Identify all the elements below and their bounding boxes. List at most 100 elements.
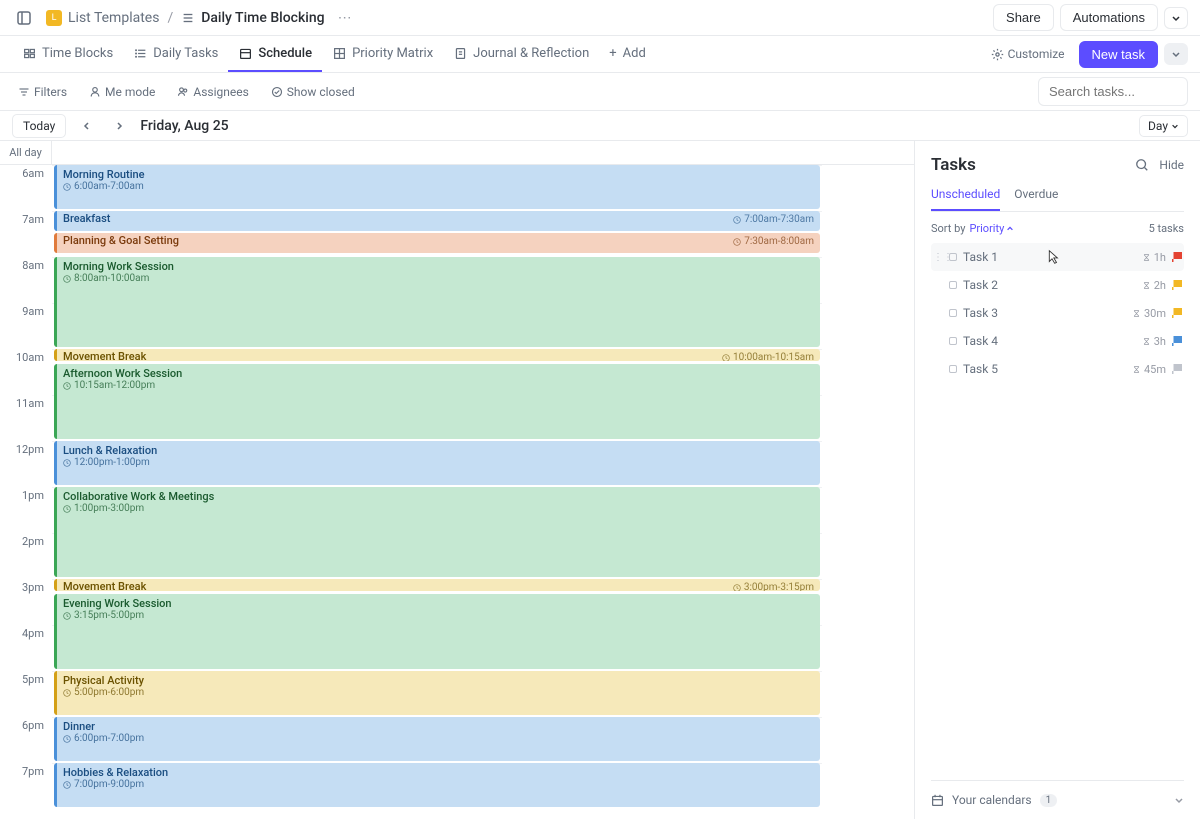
task-item[interactable]: ⋮⋮ Task 1 1h (931, 243, 1184, 271)
drag-handle-icon[interactable]: ⋮⋮ (933, 252, 943, 263)
tab-journal-reflection[interactable]: Journal & Reflection (443, 36, 599, 72)
tab-icon (133, 46, 147, 60)
today-button[interactable]: Today (12, 114, 66, 138)
prev-day-button[interactable] (76, 115, 98, 137)
tab-unscheduled[interactable]: Unscheduled (931, 187, 1000, 211)
event-title: Hobbies & Relaxation (63, 766, 814, 779)
hour-label: 7pm (0, 763, 52, 809)
event-time: 6:00am-7:00am (63, 181, 814, 192)
task-status-icon[interactable] (949, 365, 957, 373)
tab-priority-matrix[interactable]: Priority Matrix (322, 36, 443, 72)
more-icon[interactable]: ⋯ (333, 6, 357, 30)
calendar-event[interactable]: Morning Routine6:00am-7:00am (54, 165, 820, 209)
tab-overdue[interactable]: Overdue (1014, 187, 1058, 211)
calendar-event[interactable]: Physical Activity5:00pm-6:00pm (54, 671, 820, 715)
task-status-icon[interactable] (949, 337, 957, 345)
task-item[interactable]: ⋮⋮ Task 5 45m (931, 355, 1184, 383)
hour-label: 6am (0, 165, 52, 211)
calendar-event[interactable]: Breakfast 7:00am-7:30am (54, 211, 820, 231)
calendar-event[interactable]: Lunch & Relaxation12:00pm-1:00pm (54, 441, 820, 485)
breadcrumb-folder[interactable]: L List Templates (46, 10, 159, 26)
new-task-dropdown[interactable] (1164, 43, 1188, 65)
assignees-button[interactable]: Assignees (171, 81, 254, 103)
next-day-button[interactable] (108, 115, 130, 137)
customize-button[interactable]: Customize (985, 43, 1071, 65)
event-time: 7:00am-7:30am (733, 214, 814, 225)
task-item[interactable]: ⋮⋮ Task 2 2h (931, 271, 1184, 299)
tasks-panel: Tasks Hide Unscheduled Overdue Sort by P… (915, 141, 1200, 819)
sort-value[interactable]: Priority (969, 222, 1014, 235)
priority-flag-icon[interactable] (1172, 280, 1182, 290)
filters-button[interactable]: Filters (12, 81, 73, 103)
event-time: 5:00pm-6:00pm (63, 687, 814, 698)
task-count: 5 tasks (1149, 222, 1184, 235)
calendar-event[interactable]: Movement Break10:00am-10:15am (54, 349, 820, 361)
event-time: 12:00pm-1:00pm (63, 457, 814, 468)
event-time: 3:00pm-3:15pm (733, 582, 814, 591)
priority-flag-icon[interactable] (1172, 308, 1182, 318)
task-name: Task 1 (963, 250, 1136, 264)
hour-label: 6pm (0, 717, 52, 763)
tab-label: Time Blocks (42, 46, 113, 61)
sidebar-toggle-icon[interactable] (12, 6, 36, 30)
task-status-icon[interactable] (949, 281, 957, 289)
share-button[interactable]: Share (993, 4, 1054, 31)
sort-by-label: Sort by (931, 222, 965, 235)
show-closed-button[interactable]: Show closed (265, 81, 361, 103)
tab-label: Priority Matrix (352, 46, 433, 61)
hour-label: 9am (0, 303, 52, 349)
tab-time-blocks[interactable]: Time Blocks (12, 36, 123, 72)
event-time: 7:00pm-9:00pm (63, 779, 814, 790)
calendars-count-badge: 1 (1040, 794, 1058, 807)
add-view-button[interactable]: + Add (599, 36, 656, 72)
event-time: 6:00pm-7:00pm (63, 733, 814, 744)
tab-daily-tasks[interactable]: Daily Tasks (123, 36, 228, 72)
calendar-event[interactable]: Evening Work Session3:15pm-5:00pm (54, 594, 820, 669)
event-time: 1:00pm-3:00pm (63, 503, 814, 514)
calendar-event[interactable]: Hobbies & Relaxation7:00pm-9:00pm (54, 763, 820, 807)
hour-label: 7am (0, 211, 52, 257)
task-status-icon[interactable] (949, 309, 957, 317)
chevron-down-icon (1174, 795, 1184, 805)
priority-flag-icon[interactable] (1172, 364, 1182, 374)
me-mode-button[interactable]: Me mode (83, 81, 161, 103)
folder-icon: L (46, 10, 62, 26)
event-time: 7:30am-8:00am (733, 236, 814, 247)
event-title: Evening Work Session (63, 597, 814, 610)
calendar-event[interactable]: Morning Work Session8:00am-10:00am (54, 257, 820, 347)
task-duration: 3h (1142, 335, 1166, 348)
calendar-event[interactable]: Afternoon Work Session10:15am-12:00pm (54, 364, 820, 439)
task-item[interactable]: ⋮⋮ Task 3 30m (931, 299, 1184, 327)
calendar-event[interactable]: Planning & Goal Setting7:30am-8:00am (54, 233, 820, 253)
hide-button[interactable]: Hide (1159, 158, 1184, 172)
task-status-icon[interactable] (949, 253, 957, 261)
task-name: Task 2 (963, 278, 1136, 292)
hour-label: 11am (0, 395, 52, 441)
priority-flag-icon[interactable] (1172, 336, 1182, 346)
calendar-event[interactable]: Dinner6:00pm-7:00pm (54, 717, 820, 761)
calendar-event[interactable]: Collaborative Work & Meetings1:00pm-3:00… (54, 487, 820, 577)
task-item[interactable]: ⋮⋮ Task 4 3h (931, 327, 1184, 355)
chevron-down-icon (1171, 13, 1181, 23)
tab-icon (453, 46, 467, 60)
tab-schedule[interactable]: Schedule (228, 36, 322, 72)
automations-button[interactable]: Automations (1060, 4, 1158, 31)
event-title: Breakfast (63, 212, 110, 225)
new-task-button[interactable]: New task (1079, 41, 1158, 68)
tab-label: Schedule (258, 46, 312, 61)
search-input[interactable] (1038, 77, 1188, 106)
event-title: Movement Break (63, 580, 146, 591)
breadcrumb: L List Templates / Daily Time Blocking ⋯ (46, 6, 357, 30)
chevron-down-icon (1171, 122, 1179, 130)
dropdown-button[interactable] (1164, 7, 1188, 29)
your-calendars-toggle[interactable]: Your calendars 1 (931, 780, 1184, 819)
breadcrumb-current-label: Daily Time Blocking (201, 10, 324, 26)
breadcrumb-current[interactable]: Daily Time Blocking (181, 10, 324, 26)
filter-icon (18, 86, 30, 98)
search-icon[interactable] (1135, 158, 1149, 172)
chevron-left-icon (82, 121, 92, 131)
calendar-event[interactable]: Movement Break 3:00pm-3:15pm (54, 579, 820, 591)
view-selector[interactable]: Day (1139, 115, 1188, 137)
tab-icon (332, 46, 346, 60)
priority-flag-icon[interactable] (1172, 252, 1182, 262)
